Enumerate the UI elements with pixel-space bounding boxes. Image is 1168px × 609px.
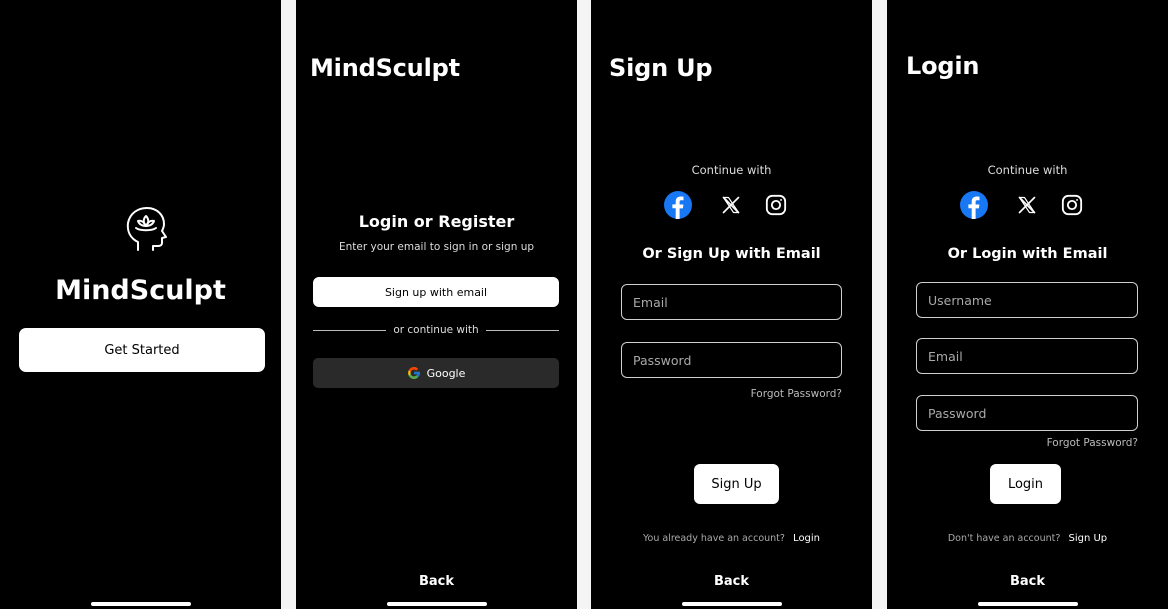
- email-field[interactable]: [916, 338, 1138, 374]
- home-indicator: [90, 602, 191, 606]
- instagram-icon[interactable]: [762, 191, 790, 219]
- forgot-password-link[interactable]: Forgot Password?: [1047, 437, 1138, 449]
- signup-link[interactable]: Sign Up: [1069, 533, 1108, 544]
- back-button[interactable]: Back: [591, 574, 872, 589]
- facebook-icon[interactable]: [664, 191, 692, 219]
- password-field[interactable]: [916, 395, 1138, 431]
- x-icon[interactable]: [1013, 191, 1041, 219]
- page-title: Sign Up: [609, 54, 713, 82]
- or-email-heading: Or Login with Email: [947, 246, 1108, 262]
- email-field[interactable]: [621, 284, 842, 320]
- no-account-row: Don't have an account? Sign Up: [887, 526, 1168, 545]
- have-account-row: You already have an account? Login: [591, 526, 872, 545]
- divider-text: or continue with: [393, 324, 479, 336]
- login-screen: Login Continue with Or Login with Email …: [887, 0, 1168, 609]
- back-button[interactable]: Back: [296, 574, 577, 589]
- forgot-password-link[interactable]: Forgot Password?: [751, 388, 842, 400]
- no-account-text: Don't have an account?: [947, 533, 1061, 544]
- google-button-label: Google: [426, 366, 466, 380]
- login-link[interactable]: Login: [793, 533, 820, 544]
- facebook-icon[interactable]: [960, 191, 988, 219]
- home-indicator: [977, 602, 1078, 606]
- continue-with-label: Continue with: [987, 163, 1068, 177]
- or-email-heading: Or Sign Up with Email: [642, 246, 821, 262]
- password-field[interactable]: [621, 342, 842, 378]
- x-icon[interactable]: [717, 191, 745, 219]
- signup-button[interactable]: Sign Up: [694, 464, 779, 504]
- google-button[interactable]: Google: [313, 358, 559, 388]
- login-button[interactable]: Login: [990, 464, 1061, 504]
- instagram-icon[interactable]: [1058, 191, 1086, 219]
- welcome-screen: MindSculpt Get Started: [0, 0, 281, 609]
- app-title: MindSculpt: [310, 54, 460, 82]
- username-field[interactable]: [916, 282, 1138, 318]
- register-screen: MindSculpt Login or Register Enter your …: [296, 0, 577, 609]
- page-title: Login: [906, 52, 980, 80]
- section-heading: Login or Register: [358, 212, 515, 231]
- continue-with-label: Continue with: [691, 163, 772, 177]
- divider: or continue with: [313, 322, 560, 338]
- head-lotus-icon: [124, 205, 168, 253]
- back-button[interactable]: Back: [887, 574, 1168, 589]
- get-started-button[interactable]: Get Started: [19, 328, 265, 372]
- home-indicator: [681, 602, 782, 606]
- section-subtext: Enter your email to sign in or sign up: [338, 241, 535, 253]
- signup-screen: Sign Up Continue with Or Sign Up with Em…: [591, 0, 872, 609]
- home-indicator: [386, 602, 487, 606]
- have-account-text: You already have an account?: [642, 533, 785, 544]
- google-icon: [407, 366, 421, 380]
- app-name: MindSculpt: [55, 275, 226, 306]
- signup-email-button[interactable]: Sign up with email: [313, 277, 559, 307]
